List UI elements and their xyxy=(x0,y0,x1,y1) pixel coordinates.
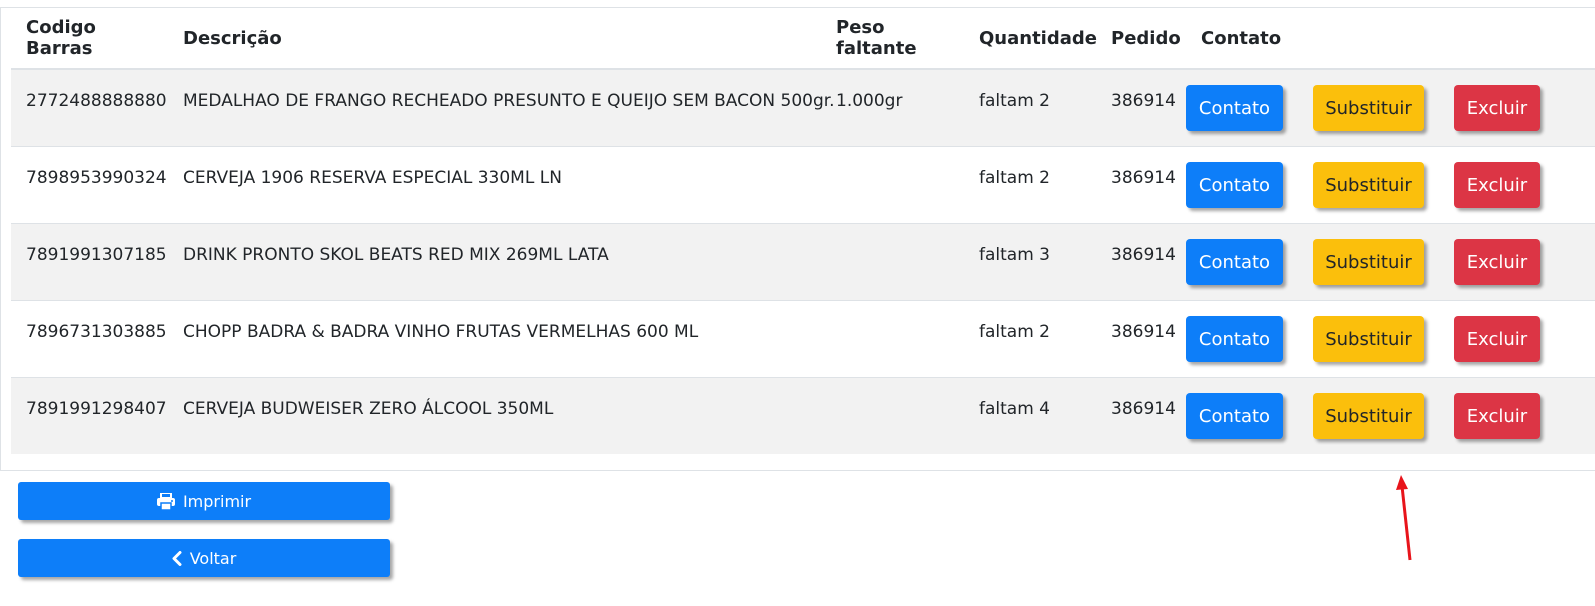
order-cell: 386914 xyxy=(1111,322,1176,342)
printer-icon xyxy=(156,492,175,510)
delete-button[interactable]: Excluir xyxy=(1454,85,1540,131)
quantity-cell: faltam 2 xyxy=(979,168,1050,188)
order-cell: 386914 xyxy=(1111,91,1176,111)
table-row: 7896731303885 CHOPP BADRA & BADRA VINHO … xyxy=(11,300,1595,378)
barcode-cell: 7896731303885 xyxy=(26,322,167,342)
column-header-barcode: Codigo Barras xyxy=(11,8,168,70)
substitute-button[interactable]: Substituir xyxy=(1313,162,1424,208)
print-button[interactable]: Imprimir xyxy=(18,482,390,520)
description-cell: CERVEJA 1906 RESERVA ESPECIAL 330ML LN xyxy=(183,168,562,188)
quantity-cell: faltam 3 xyxy=(979,245,1050,265)
table-row: 7891991307185 DRINK PRONTO SKOL BEATS RE… xyxy=(11,223,1595,301)
contact-button[interactable]: Contato xyxy=(1186,85,1283,131)
contact-button[interactable]: Contato xyxy=(1186,316,1283,362)
column-header-contact: Contato xyxy=(1186,8,1595,70)
missing-weight-cell xyxy=(836,224,964,245)
missing-weight-cell xyxy=(836,147,964,168)
description-cell: CHOPP BADRA & BADRA VINHO FRUTAS VERMELH… xyxy=(183,322,699,342)
description-cell: MEDALHAO DE FRANGO RECHEADO PRESUNTO E Q… xyxy=(183,91,835,111)
missing-weight-cell xyxy=(836,301,964,322)
column-header-description: Descrição xyxy=(168,8,821,70)
missing-weight-cell: 1.000gr xyxy=(836,91,903,111)
annotation-arrow-icon xyxy=(1396,475,1412,561)
quantity-cell: faltam 2 xyxy=(979,91,1050,111)
order-cell: 386914 xyxy=(1111,245,1176,265)
chevron-left-icon xyxy=(172,550,182,566)
column-header-order: Pedido xyxy=(1096,8,1186,70)
delete-button[interactable]: Excluir xyxy=(1454,316,1540,362)
quantity-cell: faltam 4 xyxy=(979,399,1050,419)
back-button[interactable]: Voltar xyxy=(18,539,390,577)
order-cell: 386914 xyxy=(1111,168,1176,188)
substitute-button[interactable]: Substituir xyxy=(1313,85,1424,131)
barcode-cell: 7898953990324 xyxy=(26,168,167,188)
print-button-label: Imprimir xyxy=(182,491,252,511)
order-cell: 386914 xyxy=(1111,399,1176,419)
column-header-quantity: Quantidade xyxy=(964,8,1097,70)
delete-button[interactable]: Excluir xyxy=(1454,239,1540,285)
contact-button[interactable]: Contato xyxy=(1186,393,1283,439)
missing-items-table: Codigo Barras Descrição Peso faltante Qu… xyxy=(11,8,1595,454)
table-row: 7891991298407 CERVEJA BUDWEISER ZERO ÁLC… xyxy=(11,377,1595,454)
description-cell: DRINK PRONTO SKOL BEATS RED MIX 269ML LA… xyxy=(183,245,609,265)
orders-panel: Codigo Barras Descrição Peso faltante Qu… xyxy=(0,7,1595,471)
quantity-cell: faltam 2 xyxy=(979,322,1050,342)
table-row: 2772488888880 MEDALHAO DE FRANGO RECHEAD… xyxy=(11,68,1595,147)
missing-weight-cell xyxy=(836,378,964,399)
barcode-cell: 2772488888880 xyxy=(26,91,167,111)
contact-button[interactable]: Contato xyxy=(1186,162,1283,208)
description-cell: CERVEJA BUDWEISER ZERO ÁLCOOL 350ML xyxy=(183,399,554,419)
table-row: 7898953990324 CERVEJA 1906 RESERVA ESPEC… xyxy=(11,146,1595,224)
delete-button[interactable]: Excluir xyxy=(1454,393,1540,439)
substitute-button[interactable]: Substituir xyxy=(1313,316,1424,362)
column-header-missing-weight: Peso faltante xyxy=(821,8,964,70)
substitute-button[interactable]: Substituir xyxy=(1313,393,1424,439)
delete-button[interactable]: Excluir xyxy=(1454,162,1540,208)
back-button-label: Voltar xyxy=(189,548,237,568)
barcode-cell: 7891991307185 xyxy=(26,245,167,265)
substitute-button[interactable]: Substituir xyxy=(1313,239,1424,285)
contact-button[interactable]: Contato xyxy=(1186,239,1283,285)
barcode-cell: 7891991298407 xyxy=(26,399,167,419)
table-header-row: Codigo Barras Descrição Peso faltante Qu… xyxy=(11,8,1595,70)
